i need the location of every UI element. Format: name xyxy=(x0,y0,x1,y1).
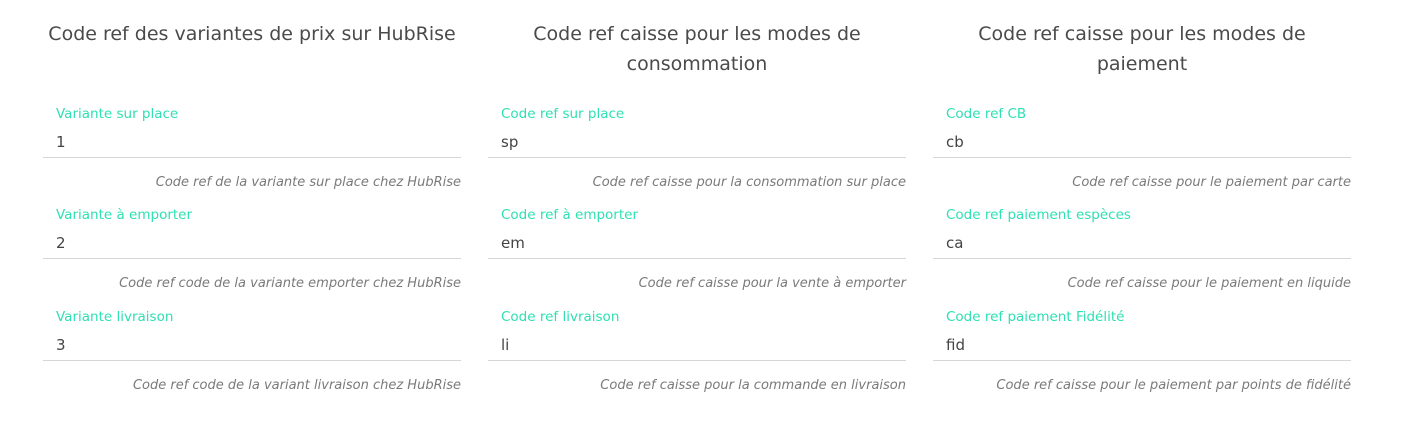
field-ref-takeaway: Code ref à emporter Code ref caisse pour… xyxy=(488,205,906,306)
field-hint: Code ref caisse pour la commande en livr… xyxy=(600,378,906,393)
field-hint: Code ref code de la variante emporter ch… xyxy=(119,276,461,291)
field-ref-on-site: Code ref sur place Code ref caisse pour … xyxy=(488,104,906,205)
field-variant-on-site: Variante sur place Code ref de la varian… xyxy=(43,104,461,205)
field-variant-takeaway: Variante à emporter Code ref code de la … xyxy=(43,205,461,306)
settings-columns: Code ref des variantes de prix sur HubRi… xyxy=(0,0,1403,438)
ref-on-site-input[interactable] xyxy=(488,127,906,158)
field-hint: Code ref de la variante sur place chez H… xyxy=(155,175,461,190)
field-label: Variante livraison xyxy=(56,309,174,325)
variant-on-site-input[interactable] xyxy=(43,127,461,158)
variant-takeaway-input[interactable] xyxy=(43,228,461,259)
field-label: Variante à emporter xyxy=(56,207,193,223)
column-title: Code ref caisse pour les modes de paieme… xyxy=(978,23,1306,75)
ref-cash-input[interactable] xyxy=(933,228,1351,259)
ref-delivery-input[interactable] xyxy=(488,330,906,361)
ref-card-input[interactable] xyxy=(933,127,1351,158)
column-title: Code ref des variantes de prix sur HubRi… xyxy=(48,23,456,45)
field-ref-delivery: Code ref livraison Code ref caisse pour … xyxy=(488,307,906,408)
variant-delivery-input[interactable] xyxy=(43,330,461,361)
field-hint: Code ref caisse pour la vente à emporter xyxy=(638,276,906,291)
field-hint: Code ref caisse pour le paiement en liqu… xyxy=(1067,276,1351,291)
field-label: Code ref sur place xyxy=(501,106,625,122)
field-label: Code ref paiement Fidélité xyxy=(946,309,1125,325)
ref-loyalty-input[interactable] xyxy=(933,330,1351,361)
ref-takeaway-input[interactable] xyxy=(488,228,906,259)
column-title: Code ref caisse pour les modes de consom… xyxy=(533,23,861,75)
field-label: Code ref livraison xyxy=(501,309,620,325)
field-label: Code ref paiement espèces xyxy=(946,207,1131,223)
field-variant-delivery: Variante livraison Code ref code de la v… xyxy=(43,307,461,408)
field-hint: Code ref caisse pour le paiement par car… xyxy=(1072,175,1351,190)
field-hint: Code ref code de la variant livraison ch… xyxy=(132,378,461,393)
field-label: Code ref à emporter xyxy=(501,207,639,223)
field-hint: Code ref caisse pour la consommation sur… xyxy=(592,175,906,190)
field-ref-card: Code ref CB Code ref caisse pour le paie… xyxy=(933,104,1351,205)
field-label: Variante sur place xyxy=(56,106,179,122)
field-ref-loyalty: Code ref paiement Fidélité Code ref cais… xyxy=(933,307,1351,408)
field-ref-cash: Code ref paiement espèces Code ref caiss… xyxy=(933,205,1351,306)
field-hint: Code ref caisse pour le paiement par poi… xyxy=(996,378,1351,393)
field-label: Code ref CB xyxy=(946,106,1027,122)
